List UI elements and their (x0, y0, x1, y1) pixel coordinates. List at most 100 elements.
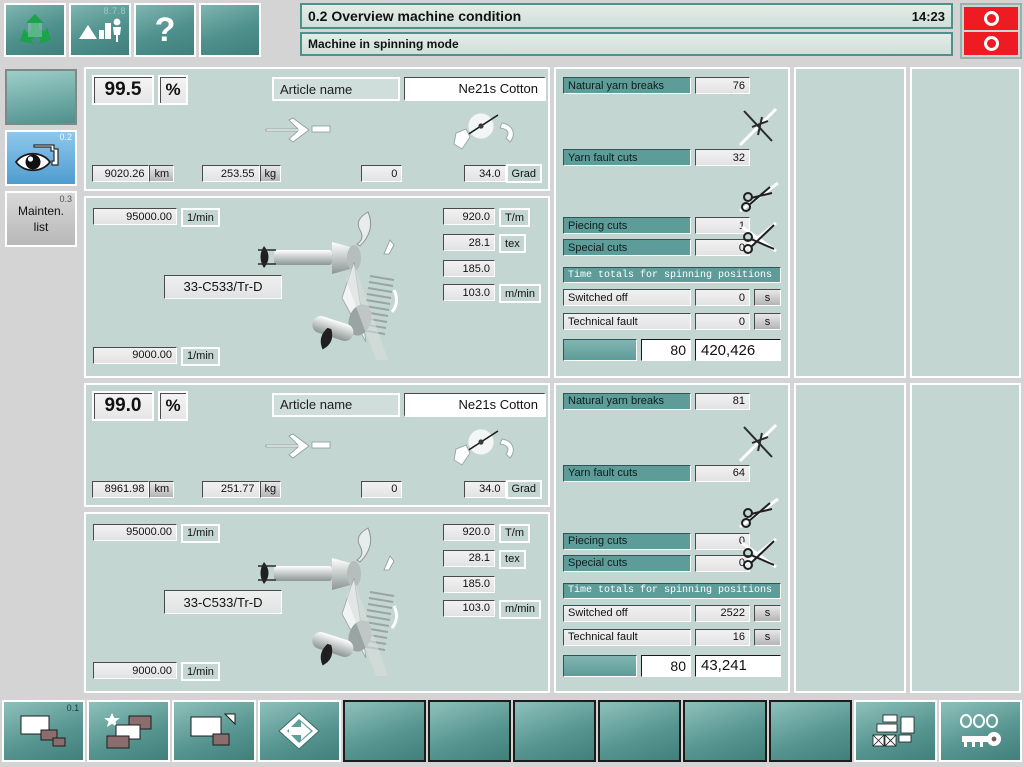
recycle-button[interactable] (4, 3, 66, 57)
machine-2-angle-value: 34.0 (464, 480, 506, 498)
machine-1-delivery-row: 103.0 m/min (443, 284, 541, 303)
machine-2-technical-fault-value: 16 (695, 628, 750, 646)
machine-1-count-value: 28.1 (443, 234, 496, 251)
machine-2-opener-speed-unit: 1/min (181, 662, 220, 681)
machine-1-angle-value: 34.0 (464, 165, 506, 182)
scissors-special-icon (741, 221, 777, 254)
machine-2-delivery-unit: m/min (499, 599, 541, 619)
machine-1-rotor-speed-value: 95000.00 (93, 208, 177, 225)
machine-2-fault-cuts-value: 64 (695, 464, 750, 482)
machine-1-delivery-value: 103.0 (443, 284, 496, 301)
machine-1-diagram-pane: 95000.00 1/min 9000.00 1/min 33-C533/Tr-… (84, 196, 550, 378)
machine-1-weight-value: 253.55 (202, 165, 260, 182)
machine-1-delivery-unit: m/min (499, 284, 541, 303)
footer-window-tag-button[interactable] (172, 700, 256, 762)
machine-1-natural-breaks-row: Natural yarn breaks 76 (563, 77, 750, 94)
rotor-spinning-diagram-icon (258, 211, 399, 360)
alarm-indicator[interactable] (960, 3, 1022, 59)
machine-1-total-value: 420,426 (695, 339, 781, 361)
footer-windows-button[interactable]: 0.1 (2, 700, 86, 762)
machine-block-1: 99.5 % Article name Ne21s Cotton 9020.26… (84, 67, 1021, 378)
arrow-diamond-icon (278, 712, 320, 750)
machine-2-efficiency-group: 99.0 % (92, 390, 188, 421)
machine-1-length-unit: km (149, 165, 175, 182)
sidebar-item-maintenance-label-2: list (33, 220, 49, 234)
footer-blank-1[interactable] (342, 700, 426, 762)
scissors-cut-icon (739, 497, 779, 528)
machine-1-twist-unit: T/m (499, 208, 530, 227)
machine-operator-button[interactable]: 8.7.8 (69, 3, 131, 57)
page-title: 0.2 Overview machine condition (308, 8, 522, 24)
machine-1-stats-pane: Natural yarn breaks 76 Yarn fault cuts 3… (554, 67, 790, 378)
status-bar: Machine in spinning mode (300, 32, 953, 56)
machine-2-delivery-row: 103.0 m/min (443, 599, 541, 619)
machine-2-fault-cuts-label: Yarn fault cuts (563, 464, 691, 482)
machine-1-fault-cuts-value: 32 (695, 149, 750, 166)
header-bar: 8.7.8 ? 0.2 Overview machine condition 1… (0, 0, 1024, 65)
yarn-length-arrow-icon (265, 433, 331, 458)
footer-blank-4[interactable] (598, 700, 682, 762)
machine-1-technical-fault-unit: s (754, 313, 781, 330)
alarm-ring-icon (983, 36, 999, 51)
machine-2-article-value[interactable]: Ne21s Cotton (404, 392, 546, 417)
sidebar-item-maintenance-label-1: Mainten. (17, 203, 65, 218)
status-text: Machine in spinning mode (308, 37, 459, 51)
machine-1-totals-swatch (563, 339, 637, 361)
machine-2-article-label: Article name (272, 392, 400, 417)
scissors-special-icon (741, 537, 777, 570)
yarn-length-arrow-icon (265, 117, 331, 143)
footer-blank-3[interactable] (513, 700, 597, 762)
machine-1-efficiency-unit: % (158, 75, 188, 105)
machine-2-switched-off-label: Switched off (563, 604, 691, 622)
machine-1-doffs-value: 0 (361, 165, 403, 182)
machine-1-summary-pane: 99.5 % Article name Ne21s Cotton 9020.26… (84, 67, 613, 191)
machine-2-rotor-speed-group: 95000.00 1/min (93, 523, 220, 543)
machine-1-positions-value: 80 (641, 339, 691, 361)
version-label: 8.7.8 (103, 6, 126, 16)
machine-2-total-value: 43,241 (695, 654, 781, 677)
machine-2-natural-breaks-row: Natural yarn breaks 81 (563, 392, 750, 410)
footer-next-button[interactable] (257, 700, 341, 762)
machine-1-special-cuts-row: Special cuts 0 (563, 239, 750, 256)
machine-1-fault-cuts-row: Yarn fault cuts 32 (563, 149, 750, 166)
machine-1-switched-off-value: 0 (695, 289, 750, 306)
machine-2-count-row: 28.1 tex (443, 549, 541, 569)
machine-1-article-value[interactable]: Ne21s Cotton (404, 77, 546, 101)
eye-icon (14, 144, 59, 172)
machine-2-opener-speed-group: 9000.00 1/min (93, 662, 220, 681)
machine-1-twist-value: 920.0 (443, 208, 496, 225)
sidebar-item-maintenance-list[interactable]: 0.3 Mainten. list (5, 191, 77, 247)
footer-blank-6[interactable] (768, 700, 852, 762)
machine-2-angle-unit: Grad (505, 479, 542, 499)
machine-1-special-cuts-label: Special cuts (563, 239, 691, 256)
sidebar-item-maintenance-num: 0.3 (59, 194, 72, 204)
machine-2-params-group: 920.0 T/m 28.1 tex 185.0 103.0 m/min (443, 523, 541, 619)
machine-2-bottom-fields: 8961.98 km 251.77 kg 0 34.0 Grad (92, 479, 542, 499)
machine-2-switched-off-row: Switched off 2522 s (563, 604, 781, 622)
machine-2-efficiency-value: 99.0 (92, 390, 154, 421)
machine-1-totals-row: 80 420,426 (563, 339, 781, 361)
footer-blank-2[interactable] (427, 700, 512, 762)
help-button[interactable]: ? (134, 3, 196, 57)
content-area: 99.5 % Article name Ne21s Cotton 9020.26… (84, 65, 1024, 695)
machine-2-twist-value: 920.0 (443, 523, 496, 541)
footer-network-button[interactable] (853, 700, 937, 762)
sidebar-status-block[interactable] (5, 69, 77, 125)
machine-2-empty-pane-b (909, 382, 1021, 693)
machine-1-takeoff-value: 185.0 (443, 260, 496, 277)
machine-1-weight-unit: kg (259, 165, 282, 182)
sidebar-item-overview[interactable]: 0.2 (5, 130, 77, 186)
alarm-cell-2 (964, 32, 1018, 55)
machine-2-takeoff-row: 185.0 (443, 575, 541, 593)
machine-1-switched-off-row: Switched off 0 s (563, 289, 781, 306)
machine-2-technical-fault-label: Technical fault (563, 628, 691, 646)
window-tag-icon (190, 713, 236, 746)
machine-2-switched-off-unit: s (754, 604, 781, 622)
machine-1-twist-row: 920.0 T/m (443, 208, 541, 227)
machine-1-bottom-fields: 9020.26 km 253.55 kg 0 34.0 Grad (92, 164, 542, 183)
footer-key-button[interactable] (938, 700, 1023, 762)
footer-favorite-button[interactable] (87, 700, 171, 762)
footer-blank-5[interactable] (683, 700, 767, 762)
machine-block-2: 99.0 % Article name Ne21s Cotton 8961.98… (84, 382, 1021, 693)
blank-button[interactable] (199, 3, 261, 57)
